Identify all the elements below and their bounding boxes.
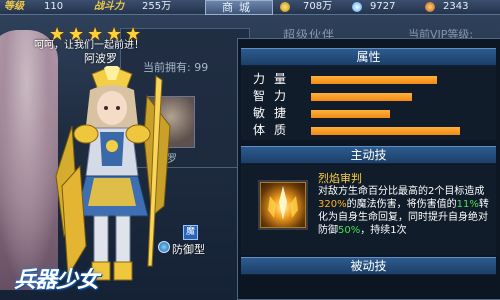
shop-button[interactable]: 商城 <box>205 0 273 15</box>
passive-skill-header: 被动技 <box>241 257 496 275</box>
rank-value: 110 <box>44 1 64 12</box>
star-icon: ★ <box>106 24 123 45</box>
attribute-label: 敏捷 <box>253 106 296 120</box>
attribute-label: 智力 <box>253 89 296 103</box>
active-skill-header: 主动技 <box>241 146 496 164</box>
power-value: 255万 <box>142 1 172 12</box>
attribute-bar <box>311 110 390 118</box>
gem-value: 9727 <box>370 1 396 12</box>
gold-icon <box>280 2 290 12</box>
star-icon: ★ <box>87 24 104 45</box>
attribute-label: 力量 <box>253 72 296 86</box>
background-character <box>0 30 58 290</box>
flame-judgment-skill-icon[interactable] <box>258 180 308 230</box>
top-bar: 等级 110 战斗力 255万 商城 708万 9727 2343 <box>0 0 500 15</box>
gem-icon <box>352 2 362 12</box>
attribute-row: 智力 <box>253 89 493 103</box>
game-logo: 兵器少女 <box>14 268 99 293</box>
star-icon: ★ <box>49 24 66 45</box>
skill-name: 烈焰审判 <box>318 172 362 185</box>
attribute-bar <box>311 93 412 101</box>
gold-value: 708万 <box>303 1 333 12</box>
shield-icon <box>158 241 170 253</box>
rank-label: 等级 <box>4 1 24 12</box>
hero-type: 防御型 <box>172 243 205 256</box>
star-icon: ★ <box>68 24 85 45</box>
attribute-row: 力量 <box>253 72 493 86</box>
attribute-bar <box>311 76 437 84</box>
attribute-row: 体质 <box>253 123 493 137</box>
class-badge: 魔 <box>183 225 198 240</box>
star-rating: ★ ★ ★ ★ ★ <box>49 26 143 48</box>
hero-name: 阿波罗 <box>84 52 117 65</box>
attribute-label: 体质 <box>253 123 296 137</box>
skill-description: 对敌方生命百分比最高的2个目标造成320%的魔法伤害，将伤害值的11%转化为自身… <box>318 186 489 236</box>
attribute-row: 敏捷 <box>253 106 493 120</box>
stamina-icon <box>425 2 435 12</box>
attribute-bar <box>311 127 460 135</box>
power-label: 战斗力 <box>94 1 124 12</box>
star-icon: ★ <box>125 24 142 45</box>
attributes-header: 属性 <box>241 48 496 66</box>
hero-portrait <box>55 66 171 281</box>
stamina-value: 2343 <box>443 1 469 12</box>
